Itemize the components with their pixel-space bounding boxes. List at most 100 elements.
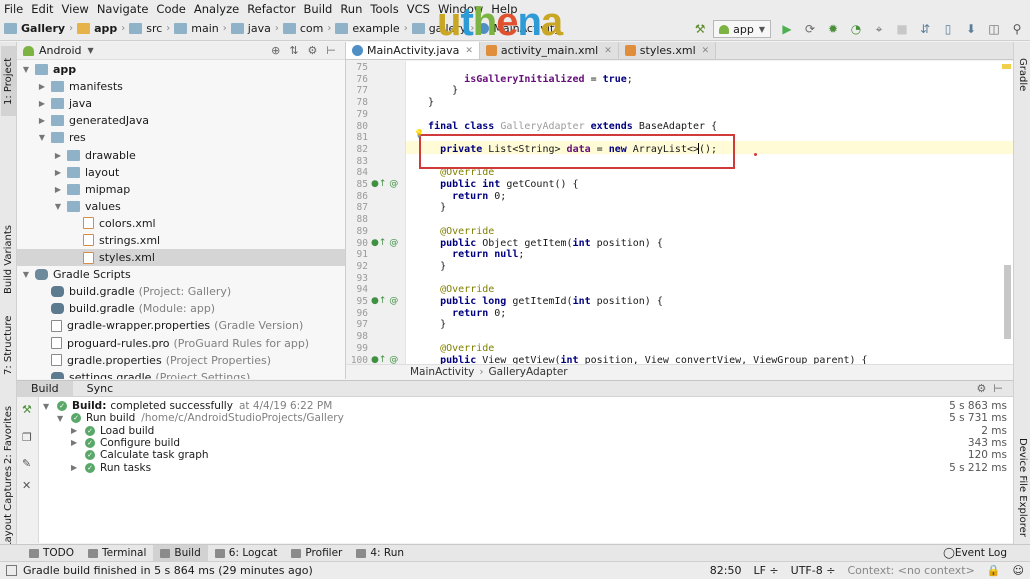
menu-item-edit[interactable]: Edit (31, 2, 53, 16)
tree-item[interactable]: ▶ java (17, 95, 345, 112)
avd-manager-icon[interactable]: ▯ (941, 22, 955, 36)
tree-item[interactable]: ▼ res (17, 129, 345, 146)
profile-icon[interactable]: ◔ (849, 22, 863, 36)
run-icon[interactable]: ▶ (780, 22, 794, 36)
expanded-arrow-icon[interactable]: ▼ (21, 270, 31, 279)
breadcrumb-item[interactable]: java › (230, 22, 279, 35)
tree-item[interactable]: gradle-wrapper.properties (Gradle Version… (17, 317, 345, 334)
code-editor[interactable]: 75 76 77 78 79 80 81 82 83 84 85 ●↑ @86 87 88 89 90 ●↑ @… (346, 61, 1013, 364)
breadcrumb-item[interactable]: example › (335, 22, 408, 35)
collapsed-arrow-icon[interactable]: ▶ (71, 426, 81, 435)
inspector-icon[interactable]: ☺ (1013, 564, 1024, 577)
close-icon[interactable]: ✕ (22, 479, 31, 492)
tab-build-variants[interactable]: Build Variants (1, 220, 16, 300)
breadcrumb-class[interactable]: MainActivity (410, 366, 474, 378)
tree-item[interactable]: build.gradle (Project: Gallery) (17, 283, 345, 300)
collapse-all-icon[interactable]: ⇅ (289, 44, 298, 57)
toggle-view-icon[interactable]: ❐ (22, 431, 32, 444)
expanded-arrow-icon[interactable]: ▼ (53, 202, 63, 211)
menu-item-view[interactable]: View (62, 2, 89, 16)
menu-item-refactor[interactable]: Refactor (247, 2, 295, 16)
menu-item-file[interactable]: File (4, 2, 23, 16)
expanded-arrow-icon[interactable]: ▼ (57, 414, 67, 423)
lock-icon[interactable]: 🔒 (987, 564, 1001, 577)
collapsed-arrow-icon[interactable]: ▶ (71, 463, 81, 472)
make-project-icon[interactable]: ⚒ (693, 22, 707, 36)
expanded-arrow-icon[interactable]: ▼ (37, 133, 47, 142)
attach-debugger-icon[interactable]: ⌖ (872, 22, 886, 36)
editor-scrollbar[interactable] (1003, 65, 1012, 360)
project-scrollbar[interactable] (337, 62, 344, 342)
sync-gradle-icon[interactable]: ⇵ (918, 22, 932, 36)
caret-position[interactable]: 82:50 (710, 564, 742, 577)
tab-gradle[interactable]: Gradle (1015, 50, 1030, 100)
debug-icon[interactable]: ✹ (826, 22, 840, 36)
sdk-manager-icon[interactable]: ⬇ (964, 22, 978, 36)
collapsed-arrow-icon[interactable]: ▶ (71, 438, 81, 447)
scroll-thumb[interactable] (1004, 265, 1011, 339)
menu-item-build[interactable]: Build (303, 2, 332, 16)
collapsed-arrow-icon[interactable]: ▶ (53, 151, 63, 160)
menu-item-run[interactable]: Run (340, 2, 362, 16)
tree-item[interactable]: gradle.properties (Project Properties) (17, 352, 345, 369)
toggle-tool-windows-icon[interactable] (6, 565, 17, 576)
search-icon[interactable]: ⚲ (1010, 22, 1024, 36)
expanded-arrow-icon[interactable]: ▼ (21, 65, 31, 74)
tree-item[interactable]: ▶ mipmap (17, 181, 345, 198)
menu-item-navigate[interactable]: Navigate (97, 2, 149, 16)
menu-item-analyze[interactable]: Analyze (194, 2, 239, 16)
menu-item-code[interactable]: Code (156, 2, 185, 16)
tree-item[interactable]: proguard-rules.pro (ProGuard Rules for ap… (17, 335, 345, 352)
tab-build[interactable]: Build (17, 380, 73, 397)
tool-window-run[interactable]: 4: Run (349, 545, 411, 561)
hide-panel-icon[interactable]: ⊢ (326, 44, 336, 57)
apply-changes-icon[interactable]: ⟳ (803, 22, 817, 36)
tree-item[interactable]: strings.xml (17, 232, 345, 249)
build-tree-row[interactable]: ▼ ✓ Run build/home/c/AndroidStudioProjects… (57, 412, 344, 424)
breadcrumb-item[interactable]: app › (77, 22, 125, 35)
breadcrumb-item[interactable]: main › (174, 22, 227, 35)
line-separator[interactable]: LF ÷ (753, 564, 778, 577)
tab-favorites[interactable]: 2: Favorites (1, 400, 16, 470)
tab-structure[interactable]: 7: Structure (1, 310, 16, 380)
breadcrumb-item[interactable]: com › (282, 22, 331, 35)
menu-item-vcs[interactable]: VCS (407, 2, 430, 16)
editor-tab[interactable]: MainActivity.java ✕ (346, 42, 480, 59)
editor-tab[interactable]: styles.xml ✕ (618, 42, 717, 59)
tree-item[interactable]: ▶ manifests (17, 78, 345, 95)
tree-item[interactable]: ▼ Gradle Scripts (17, 266, 345, 283)
build-tree-row[interactable]: ▶ ✓ Load build (71, 425, 154, 437)
tool-window-build[interactable]: Build (153, 545, 208, 561)
tree-item[interactable]: build.gradle (Module: app) (17, 300, 345, 317)
tab-sync[interactable]: Sync (73, 381, 128, 397)
project-view-select[interactable]: Android (39, 44, 82, 57)
hide-panel-icon[interactable]: ⊢ (993, 382, 1003, 395)
collapsed-arrow-icon[interactable]: ▶ (53, 185, 63, 194)
override-method-icon[interactable]: ●↑ @ (371, 238, 398, 248)
override-method-icon[interactable]: ●↑ @ (371, 296, 398, 306)
tree-item[interactable]: styles.xml (17, 249, 345, 267)
breadcrumb-item[interactable]: src › (129, 22, 170, 35)
build-tree-row[interactable]: ▶ ✓ Configure build (71, 437, 180, 449)
tool-window-profiler[interactable]: Profiler (284, 545, 349, 561)
gear-icon[interactable]: ⚙ (308, 44, 318, 57)
override-method-icon[interactable]: ●↑ @ (371, 355, 398, 365)
tree-item[interactable]: ▶ drawable (17, 146, 345, 163)
tab-layout-captures[interactable]: Layout Captures (1, 466, 16, 548)
expanded-arrow-icon[interactable]: ▼ (43, 402, 53, 411)
tab-device-file-explorer[interactable]: Device File Explorer (1015, 432, 1030, 542)
tree-item[interactable]: colors.xml (17, 215, 345, 232)
build-tree-row[interactable]: ▼ ✓ Build: completed successfully at 4/4/19 … (43, 400, 332, 412)
tree-item[interactable]: ▶ layout (17, 164, 345, 181)
status-message[interactable]: Gradle build finished in 5 s 864 ms (29 … (23, 564, 313, 577)
sync-scroll-icon[interactable]: ⊕ (271, 44, 280, 57)
pin-icon[interactable]: ✎ (22, 457, 31, 470)
breadcrumb-inner-class[interactable]: GalleryAdapter (489, 366, 568, 378)
file-encoding[interactable]: UTF-8 ÷ (791, 564, 836, 577)
override-method-icon[interactable]: ●↑ @ (371, 179, 398, 189)
chevron-down-icon[interactable]: ▼ (88, 46, 94, 55)
stop-icon[interactable]: ■ (895, 22, 909, 36)
tool-window-todo[interactable]: TODO (22, 545, 81, 561)
tree-item[interactable]: settings.gradle (Project Settings) (17, 369, 345, 379)
lightbulb-icon[interactable]: 💡 (414, 129, 424, 138)
